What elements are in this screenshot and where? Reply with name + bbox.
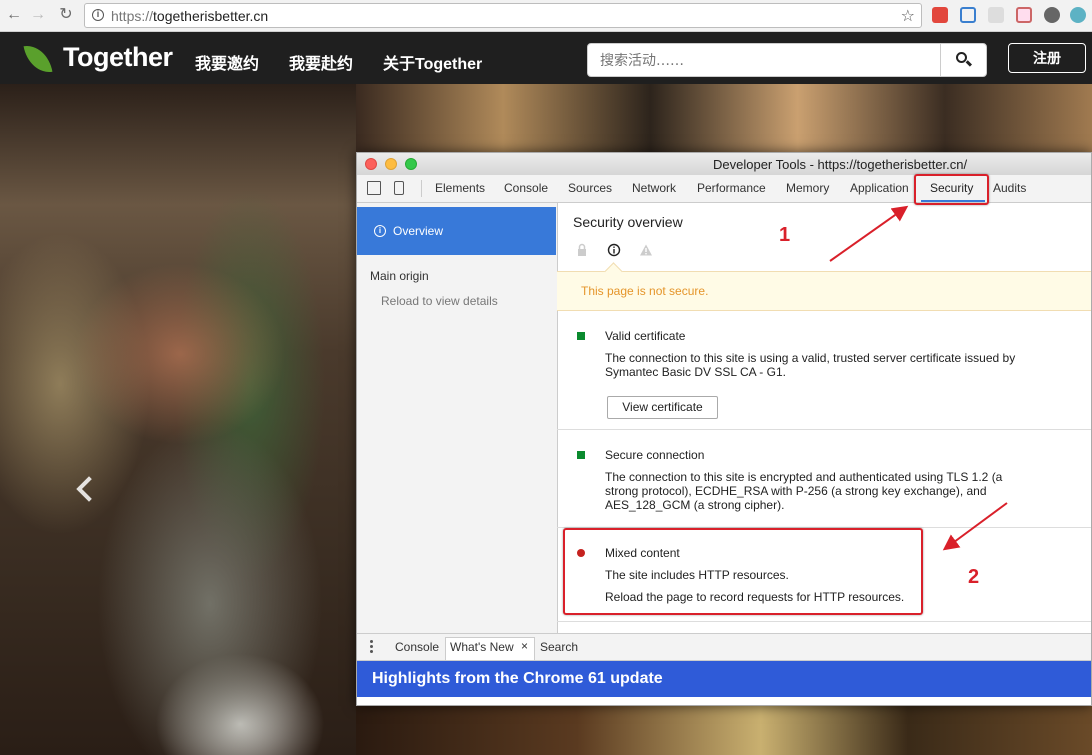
drawer-menu-icon[interactable] [370,640,374,654]
annotation-label-1: 1 [779,224,791,246]
secure-connection-section: Secure connection The connection to this… [557,430,1091,528]
annotation-box-mixed-content [563,528,923,615]
warning-icon [640,244,652,256]
annotation-label-2: 2 [968,566,980,588]
status-secure-indicator [577,451,585,459]
tab-elements[interactable]: Elements [435,181,485,195]
minimize-window-button[interactable] [385,158,397,170]
drawer-tab-whats-new[interactable]: What's New [450,640,514,654]
zoom-window-button[interactable] [405,158,417,170]
extension-icon[interactable] [960,7,976,23]
address-bar[interactable]: i https://togetherisbetter.cn ☆ [84,3,922,28]
tab-memory[interactable]: Memory [786,181,829,195]
tab-audits[interactable]: Audits [993,181,1026,195]
security-sidebar: i Overview Main origin Reload to view de… [357,203,558,633]
hero-photo [356,704,1092,755]
devtools-titlebar[interactable]: Developer Tools - https://togetherisbett… [357,153,1091,176]
leaf-logo-icon[interactable] [23,42,53,76]
valid-certificate-section: Valid certificate The connection to this… [557,311,1091,430]
search-button[interactable] [941,44,986,76]
url-text[interactable]: https://togetherisbetter.cn [111,8,268,24]
annotation-box-security-tab [914,174,989,205]
extension-icon[interactable] [1044,7,1060,23]
hero-photo [356,84,1092,154]
tab-network[interactable]: Network [632,181,676,195]
chevron-left-icon [76,476,102,502]
info-icon: i [374,225,386,237]
devtools-title: Developer Tools - https://togetherisbett… [713,157,968,172]
close-window-button[interactable] [365,158,377,170]
site-logo[interactable]: Together [63,42,173,73]
whats-new-banner: Highlights from the Chrome 61 update [357,661,1091,697]
not-secure-banner: This page is not secure. [557,262,1091,311]
close-icon[interactable]: × [521,639,528,653]
search-input[interactable] [598,50,932,72]
drawer-tab-search[interactable]: Search [540,640,578,654]
main-origin-label: Main origin [370,269,429,283]
extension-icon[interactable] [932,7,948,23]
activity-search [587,43,987,77]
tab-performance[interactable]: Performance [697,181,766,195]
reload-icon[interactable]: ↻ [56,5,76,25]
tab-console[interactable]: Console [504,181,548,195]
site-info-icon[interactable]: i [92,9,104,21]
status-secure-indicator [577,332,585,340]
register-button[interactable]: 注册 [1008,43,1086,73]
extension-icon[interactable] [1016,7,1032,23]
panel-title: Security overview [573,214,683,230]
lock-icon [578,243,586,256]
tab-application[interactable]: Application [850,181,909,195]
drawer-tab-console[interactable]: Console [395,640,439,654]
devtools-window: Developer Tools - https://togetherisbett… [356,152,1092,706]
browser-toolbar: ← → ↻ i https://togetherisbetter.cn ☆ [0,0,1092,32]
site-header: Together 我要邀约 我要赴约 关于Together 注册 [0,32,1092,84]
carousel-prev-button[interactable] [72,470,102,510]
profile-avatar[interactable] [1070,7,1086,23]
extension-icon[interactable] [988,7,1004,23]
devtools-drawer-tabbar: Console What's New × Search [357,633,1091,661]
back-icon[interactable]: ← [4,5,24,25]
nav-attend[interactable]: 我要赴约 [289,50,353,74]
nav-about[interactable]: 关于Together [383,50,482,74]
tab-sources[interactable]: Sources [568,181,612,195]
sidebar-item-overview[interactable]: i Overview [357,207,556,255]
info-icon [607,243,621,257]
forward-icon[interactable]: → [28,5,48,25]
inspect-element-icon[interactable] [367,181,381,195]
bookmark-star-icon[interactable]: ☆ [901,6,915,26]
reload-hint: Reload to view details [381,294,498,308]
nav-invite[interactable]: 我要邀约 [195,50,259,74]
device-toolbar-icon[interactable] [394,181,404,195]
view-certificate-button[interactable]: View certificate [607,396,718,419]
